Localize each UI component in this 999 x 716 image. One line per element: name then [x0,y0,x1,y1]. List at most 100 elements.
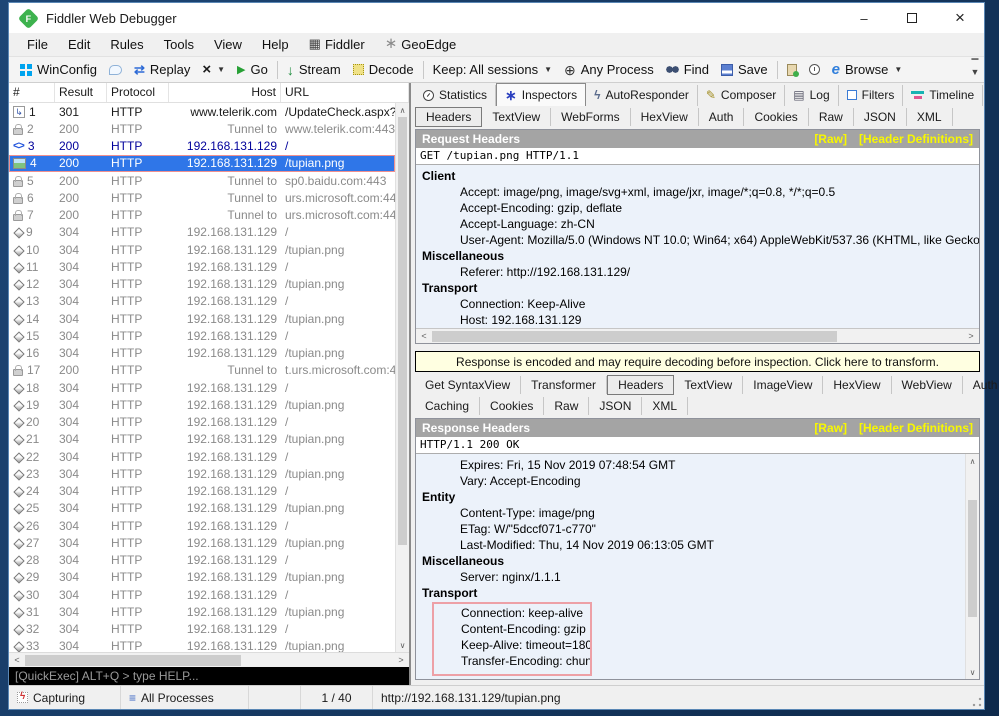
request-tab-hexview[interactable]: HexView [631,108,699,126]
tab-statistics[interactable]: Statistics [415,85,496,106]
session-row[interactable]: 12304HTTP192.168.131.129/tupian.png [9,276,395,293]
header-definitions-link[interactable]: [Header Definitions] [859,421,973,435]
response-tab-webview[interactable]: WebView [892,376,963,394]
session-row[interactable]: 24304HTTP192.168.131.129/ [9,483,395,500]
toolbar-overflow-button[interactable]: ▔▼ [968,60,982,76]
session-row[interactable]: 7200HTTPTunnel tours.microsoft.com:443 [9,207,395,224]
session-row[interactable]: 19304HTTP192.168.131.129/tupian.png [9,396,395,413]
menu-item-help[interactable]: Help [252,35,299,55]
scroll-up-icon[interactable]: ∧ [396,103,409,117]
session-row[interactable]: 31304HTTP192.168.131.129/tupian.png [9,603,395,620]
response-tab-caching[interactable]: Caching [415,397,480,415]
menu-item-geoedge[interactable]: ∗GeoEdge [375,35,467,55]
tab-composer[interactable]: ✎Composer [698,85,785,106]
column-header-result[interactable]: Result [55,83,107,102]
response-tab-get-syntaxview[interactable]: Get SyntaxView [415,376,521,394]
session-row[interactable]: 6200HTTPTunnel tours.microsoft.com:443 [9,189,395,206]
menu-item-file[interactable]: File [17,35,58,55]
column-header-num[interactable]: # [9,83,55,102]
session-row[interactable]: 20304HTTP192.168.131.129/ [9,414,395,431]
response-tab-auth[interactable]: Auth [963,376,999,394]
scroll-up-icon[interactable]: ∧ [966,454,979,468]
tab-log[interactable]: ▤Log [785,85,838,106]
session-row[interactable]: 30304HTTP192.168.131.129/ [9,586,395,603]
scroll-down-icon[interactable]: ∨ [966,665,979,679]
scrollbar-thumb[interactable] [398,117,407,545]
request-tab-cookies[interactable]: Cookies [744,108,808,126]
session-row[interactable]: 26304HTTP192.168.131.129/ [9,517,395,534]
menu-item-tools[interactable]: Tools [154,35,204,55]
session-row[interactable]: ↳1301HTTPwww.telerik.com/UpdateCheck.asp… [9,103,395,120]
session-row[interactable]: 5200HTTPTunnel tosp0.baidu.com:443 [9,172,395,189]
session-list-horizontal-scrollbar[interactable]: < > [9,652,409,667]
scroll-left-icon[interactable]: < [416,331,432,341]
session-row[interactable]: 29304HTTP192.168.131.129/tupian.png [9,569,395,586]
session-row[interactable]: 22304HTTP192.168.131.129/ [9,448,395,465]
request-tab-json[interactable]: JSON [854,108,907,126]
session-row[interactable]: 33304HTTP192.168.131.129/tupian.png [9,638,395,652]
toolbar-keep-all-sessions-button[interactable]: Keep: All sessions▼ [427,60,558,79]
maximize-button[interactable] [888,3,936,33]
column-header-protocol[interactable]: Protocol [107,83,169,102]
scroll-down-icon[interactable]: ∨ [396,638,409,652]
process-filter[interactable]: ≡ All Processes [121,686,249,709]
quickexec-input[interactable]: [QuickExec] ALT+Q > type HELP... [9,667,409,685]
session-row[interactable]: 10304HTTP192.168.131.129/tupian.png [9,241,395,258]
menu-item-edit[interactable]: Edit [58,35,100,55]
session-list-vertical-scrollbar[interactable]: ∧ ∨ [395,103,409,652]
toolbar-any-process-button[interactable]: ⊕Any Process [558,60,660,79]
response-tab-xml[interactable]: XML [642,397,688,415]
toolbar-save-button[interactable]: Save [715,60,774,79]
session-row[interactable]: 18304HTTP192.168.131.129/ [9,379,395,396]
session-row[interactable]: 32304HTTP192.168.131.129/ [9,621,395,638]
clipboard-button[interactable] [781,62,803,78]
response-tab-headers[interactable]: Headers [607,375,674,395]
response-tab-cookies[interactable]: Cookies [480,397,544,415]
tab-filters[interactable]: Filters [839,85,904,106]
response-tab-raw[interactable]: Raw [544,397,589,415]
tab-timeline[interactable]: Timeline [903,85,983,106]
session-row[interactable]: 17200HTTPTunnel tot.urs.microsoft.com:4 [9,362,395,379]
clock-button[interactable] [803,62,826,77]
toolbar-winconfig-button[interactable]: WinConfig [14,60,103,79]
column-header-url[interactable]: URL [281,83,409,102]
raw-link[interactable]: [Raw] [814,421,847,435]
request-tab-auth[interactable]: Auth [699,108,745,126]
decode-notice-bar[interactable]: Response is encoded and may require deco… [415,351,980,372]
menu-item-view[interactable]: View [204,35,252,55]
toolbar-browse-button[interactable]: eBrowse▼ [826,60,909,79]
session-row[interactable]: <>3200HTTP192.168.131.129/ [9,138,395,155]
scroll-left-icon[interactable]: < [9,655,25,665]
comment-button[interactable] [103,63,128,77]
resize-grip[interactable] [971,696,983,708]
toolbar-stream-button[interactable]: ↓Stream [281,60,347,79]
remove-button[interactable]: ×▼ [196,62,231,78]
header-definitions-link[interactable]: [Header Definitions] [859,132,973,146]
menu-item-fiddler[interactable]: ▦Fiddler [299,35,375,55]
close-button[interactable]: × [936,3,984,33]
session-row[interactable]: 16304HTTP192.168.131.129/tupian.png [9,345,395,362]
raw-link[interactable]: [Raw] [814,132,847,146]
session-row[interactable]: 4200HTTP192.168.131.129/tupian.png [9,155,395,172]
request-tab-xml[interactable]: XML [907,108,953,126]
session-row[interactable]: 27304HTTP192.168.131.129/tupian.png [9,534,395,551]
request-tab-textview[interactable]: TextView [482,108,551,126]
toolbar-replay-button[interactable]: ⇄Replay [128,60,196,80]
minimize-button[interactable]: – [840,3,888,33]
session-row[interactable]: 21304HTTP192.168.131.129/tupian.png [9,431,395,448]
response-tab-json[interactable]: JSON [589,397,642,415]
session-row[interactable]: 23304HTTP192.168.131.129/tupian.png [9,465,395,482]
capturing-toggle[interactable]: Capturing [9,686,121,709]
session-row[interactable]: 25304HTTP192.168.131.129/tupian.png [9,500,395,517]
column-header-host[interactable]: Host [169,83,281,102]
scroll-right-icon[interactable]: > [963,331,979,341]
session-row[interactable]: 14304HTTP192.168.131.129/tupian.png [9,310,395,327]
toolbar-find-button[interactable]: Find [660,60,715,79]
scrollbar-thumb[interactable] [432,331,837,342]
session-row[interactable]: 9304HTTP192.168.131.129/ [9,224,395,241]
response-tab-imageview[interactable]: ImageView [743,376,823,394]
request-tab-webforms[interactable]: WebForms [551,108,630,126]
session-row[interactable]: 2200HTTPTunnel towww.telerik.com:443 [9,120,395,137]
session-row[interactable]: 28304HTTP192.168.131.129/ [9,552,395,569]
session-row[interactable]: 15304HTTP192.168.131.129/ [9,327,395,344]
